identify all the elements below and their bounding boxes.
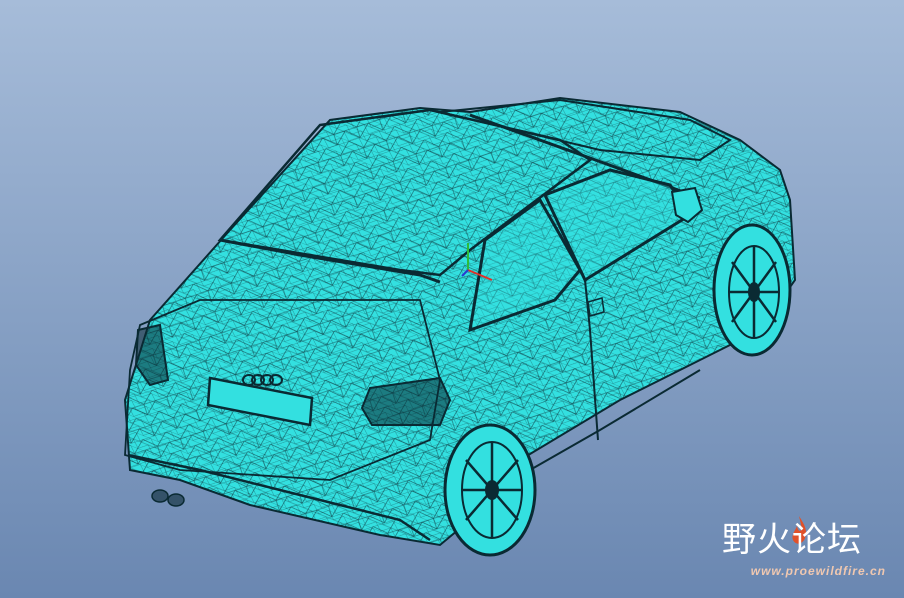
forum-watermark: 野火论坛 www.proewildfire.cn: [716, 516, 886, 590]
mesh-scene[interactable]: [0, 0, 904, 598]
graphics-viewport[interactable]: 野火论坛 www.proewildfire.cn: [0, 0, 904, 598]
watermark-title: 野火论坛: [722, 520, 862, 560]
watermark-url: www.proewildfire.cn: [750, 564, 886, 578]
front-wheel: [712, 223, 792, 357]
rear-wheel: [443, 423, 537, 557]
